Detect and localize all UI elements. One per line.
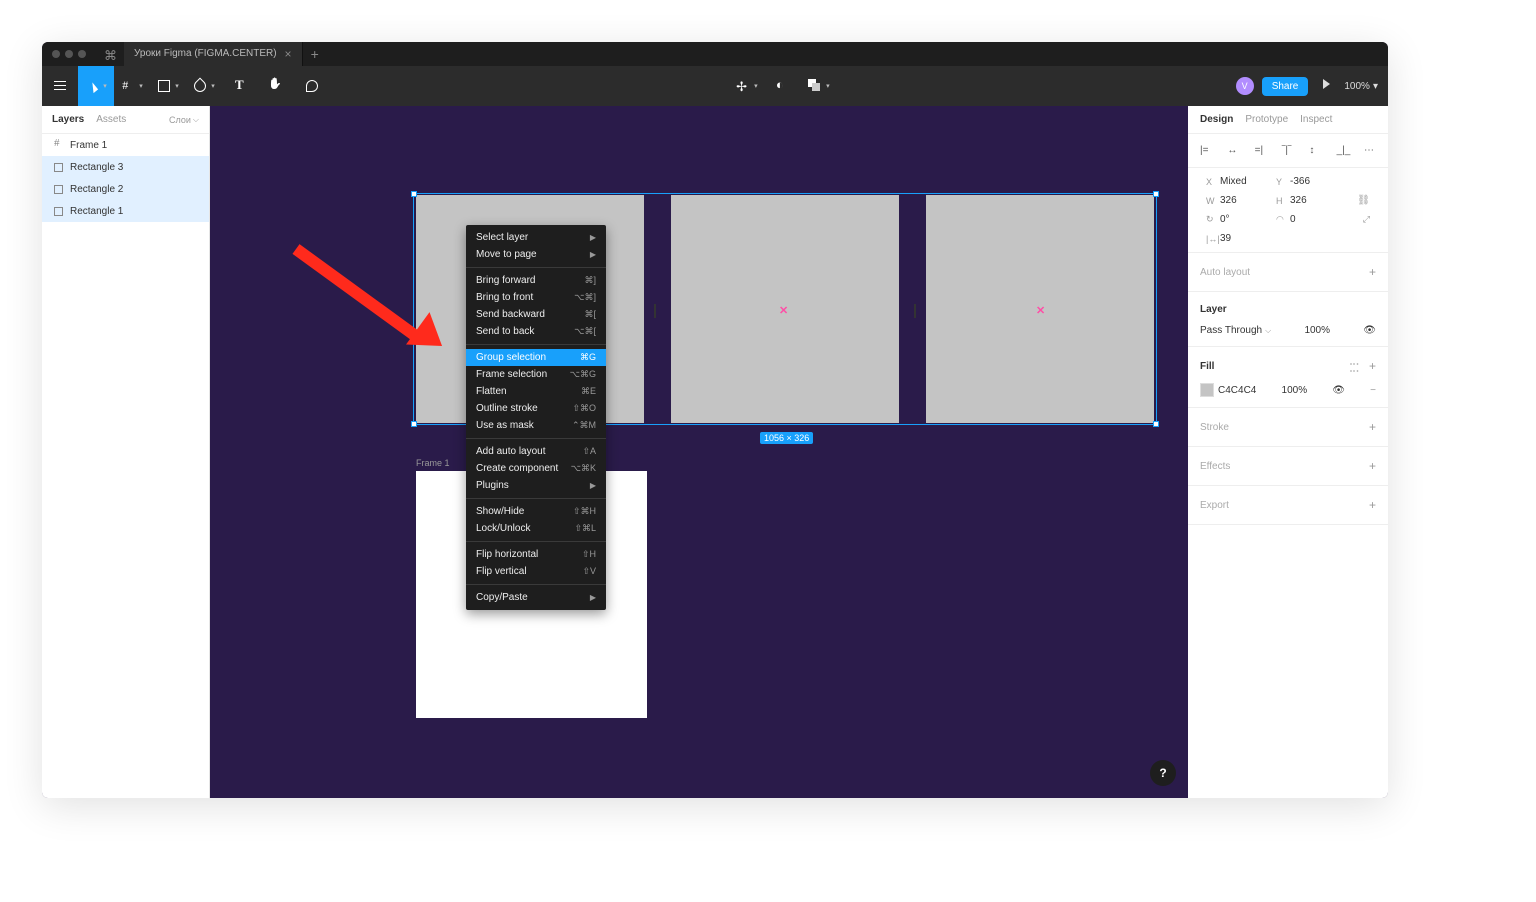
distribute-icon[interactable] [1364, 145, 1376, 157]
y-input[interactable]: -366 [1290, 176, 1342, 187]
add-export-button[interactable]: + [1369, 498, 1376, 512]
help-button[interactable]: ? [1150, 760, 1176, 786]
move-tool[interactable]: ▾ [78, 66, 114, 106]
fill-color-swatch[interactable] [1200, 383, 1214, 397]
layer-visibility-icon[interactable] [1363, 325, 1376, 336]
add-auto-layout-button[interactable]: + [1369, 265, 1376, 279]
inspect-tab[interactable]: Inspect [1300, 114, 1332, 125]
cm-send-to-back[interactable]: Send to back⌥⌘[ [466, 323, 606, 340]
pages-dropdown[interactable]: Слои [169, 115, 199, 125]
cm-frame-selection[interactable]: Frame selection⌥⌘G [466, 366, 606, 383]
zoom-control[interactable]: 100%▾ [1344, 81, 1378, 92]
rect-icon [54, 184, 64, 194]
boolean-button[interactable]: ▾ [801, 66, 837, 106]
cm-flip-vertical[interactable]: Flip vertical⇧V [466, 563, 606, 580]
blend-mode-select[interactable]: Pass Through [1200, 325, 1271, 336]
shape-tool[interactable]: ▾ [150, 66, 186, 106]
cm-plugins[interactable]: Plugins▶ [466, 477, 606, 494]
align-bottom-icon[interactable] [1337, 145, 1349, 157]
corner-radius-input[interactable]: 0 [1290, 214, 1342, 225]
cm-move-to-page[interactable]: Move to page▶ [466, 246, 606, 263]
add-effect-button[interactable]: + [1369, 459, 1376, 473]
user-avatar[interactable]: V [1236, 77, 1254, 95]
design-panel: Design Prototype Inspect XMixed Y-366 [1188, 106, 1388, 798]
main-menu-button[interactable] [42, 66, 78, 106]
prototype-tab[interactable]: Prototype [1245, 114, 1288, 125]
new-tab-button[interactable]: + [311, 46, 319, 62]
rect-icon [54, 206, 64, 216]
layer-rectangle-3[interactable]: Rectangle 3 [42, 156, 209, 178]
layers-panel: Layers Assets Слои Frame 1 Rectangle 3 R… [42, 106, 210, 798]
text-tool[interactable] [222, 66, 258, 106]
cm-copy-paste[interactable]: Copy/Paste▶ [466, 589, 606, 606]
gap-input[interactable]: 39 [1220, 233, 1272, 244]
macos-tabbar: ⌘ Уроки Figma (FIGMA.CENTER) × + [42, 42, 1388, 66]
frame-tool[interactable]: ▾ [114, 66, 150, 106]
figma-logo[interactable]: ⌘ [104, 48, 116, 60]
move-target-button[interactable]: ▾ [729, 66, 765, 106]
cm-create-component[interactable]: Create component⌥⌘K [466, 460, 606, 477]
align-vcenter-icon[interactable] [1309, 145, 1321, 157]
frame-icon [54, 140, 64, 150]
cm-bring-forward[interactable]: Bring forward⌘] [466, 272, 606, 289]
rotation-input[interactable]: 0° [1220, 214, 1272, 225]
close-tab-icon[interactable]: × [285, 42, 292, 66]
align-left-icon[interactable] [1200, 145, 1212, 157]
cm-flatten[interactable]: Flatten⌘E [466, 383, 606, 400]
context-menu[interactable]: Select layer▶ Move to page▶ Bring forwar… [466, 225, 606, 610]
add-fill-button[interactable]: + [1369, 359, 1376, 373]
fill-opacity-input[interactable]: 100% [1282, 385, 1308, 396]
share-button[interactable]: Share [1262, 77, 1309, 96]
independent-corners-icon[interactable] [1363, 214, 1370, 225]
rect-icon [54, 162, 64, 172]
add-stroke-button[interactable]: + [1369, 420, 1376, 434]
cm-group-selection[interactable]: Group selection⌘G [466, 349, 606, 366]
cm-flip-horizontal[interactable]: Flip horizontal⇧H [466, 546, 606, 563]
canvas[interactable]: ✕ ✕ 1056 × 326 Frame 1 Select layer▶ Mov… [210, 106, 1188, 798]
main-toolbar: ▾ ▾ ▾ ▾ ▾ ▾ V Share 100%▾ [42, 66, 1388, 106]
layer-rectangle-1[interactable]: Rectangle 1 [42, 200, 209, 222]
h-input[interactable]: 326 [1290, 195, 1342, 206]
design-tab[interactable]: Design [1200, 114, 1233, 125]
traffic-lights[interactable] [52, 50, 86, 58]
fill-hex-input[interactable]: C4C4C4 [1218, 385, 1256, 396]
cm-show-hide[interactable]: Show/Hide⇧⌘H [466, 503, 606, 520]
fill-style-icon[interactable] [1347, 361, 1361, 372]
remove-fill-button[interactable]: − [1370, 385, 1376, 396]
present-button[interactable] [1316, 79, 1344, 93]
x-input[interactable]: Mixed [1220, 176, 1272, 187]
cm-send-backward[interactable]: Send backward⌘[ [466, 306, 606, 323]
layer-rectangle-2[interactable]: Rectangle 2 [42, 178, 209, 200]
selection-size-badge: 1056 × 326 [760, 432, 813, 444]
cm-add-auto-layout[interactable]: Add auto layout⇧A [466, 443, 606, 460]
fill-visibility-icon[interactable] [1332, 385, 1345, 396]
frame-1-label[interactable]: Frame 1 [416, 458, 450, 468]
mask-button[interactable] [765, 66, 801, 106]
auto-layout-title: Auto layout [1200, 267, 1250, 278]
cm-bring-to-front[interactable]: Bring to front⌥⌘] [466, 289, 606, 306]
cm-select-layer[interactable]: Select layer▶ [466, 229, 606, 246]
layers-tab[interactable]: Layers [52, 114, 84, 125]
pen-tool[interactable]: ▾ [186, 66, 222, 106]
constrain-proportions-icon[interactable] [1357, 195, 1370, 206]
comment-tool[interactable] [294, 66, 330, 106]
layer-opacity-input[interactable]: 100% [1304, 325, 1330, 336]
file-tab[interactable]: Уроки Figma (FIGMA.CENTER) × [124, 42, 303, 66]
hand-tool[interactable] [258, 66, 294, 106]
align-hcenter-icon[interactable] [1227, 145, 1239, 157]
cm-use-as-mask[interactable]: Use as mask⌃⌘M [466, 417, 606, 434]
cm-outline-stroke[interactable]: Outline stroke⇧⌘O [466, 400, 606, 417]
align-right-icon[interactable] [1255, 145, 1267, 157]
align-top-icon[interactable] [1282, 145, 1294, 157]
cm-lock-unlock[interactable]: Lock/Unlock⇧⌘L [466, 520, 606, 537]
assets-tab[interactable]: Assets [96, 114, 126, 125]
layer-frame-1[interactable]: Frame 1 [42, 134, 209, 156]
w-input[interactable]: 326 [1220, 195, 1272, 206]
file-tab-title: Уроки Figma (FIGMA.CENTER) [134, 42, 277, 66]
